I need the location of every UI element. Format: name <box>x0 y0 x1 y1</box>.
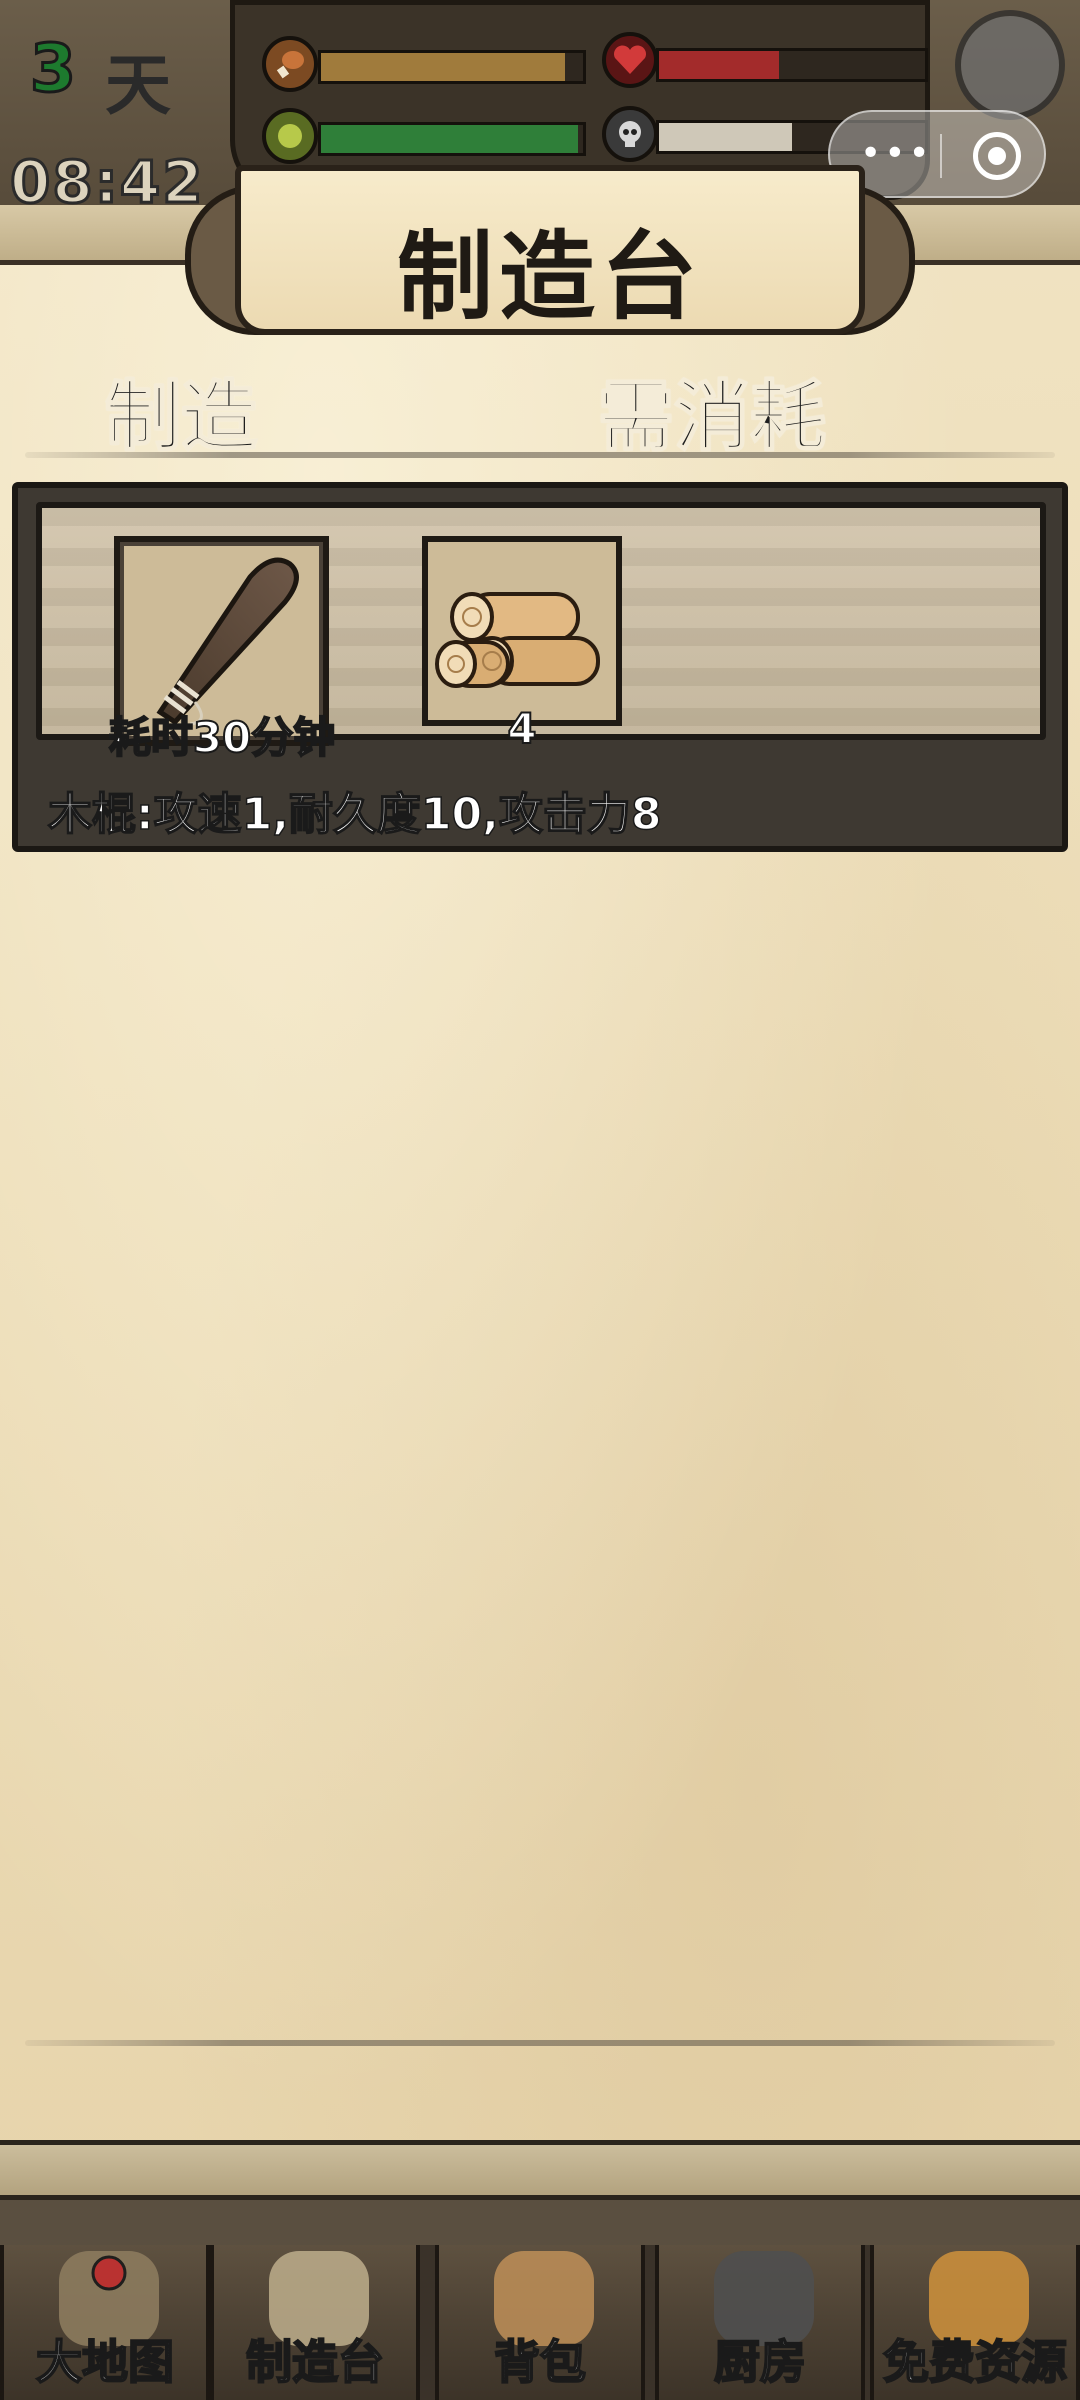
nav-item-workbench[interactable]: 制造台 <box>210 2245 420 2400</box>
craft-time-label: 耗时30分钟 <box>108 712 336 763</box>
drumstick-icon <box>262 36 318 92</box>
skull-icon <box>602 106 658 162</box>
recipe-row[interactable]: 耗时30分钟 4 木棍:攻速1,耐久度10,攻击力8 <box>12 482 1068 852</box>
nav-label-kitchen: 厨房 <box>713 2334 807 2390</box>
nav-item-free-resources[interactable]: 免费资源 <box>870 2245 1080 2400</box>
bottom-navigation: 大地图 制造台 背包 厨房 免费资源 <box>0 2245 1080 2400</box>
close-mini-program-icon[interactable] <box>973 132 1021 180</box>
settings-gear-icon[interactable] <box>955 10 1065 120</box>
page-title: 制造台 <box>397 221 703 333</box>
wood-logs-icon <box>435 592 600 688</box>
nav-label-backpack: 背包 <box>493 2334 587 2390</box>
day-number: 3 <box>29 29 78 109</box>
bottom-wood-dark <box>0 2200 1080 2250</box>
column-header-consume: 需消耗 <box>597 371 827 462</box>
bottom-wood-plank <box>0 2140 1080 2200</box>
title-banner: 制造台 <box>185 165 915 355</box>
day-label: 天 <box>105 47 171 124</box>
energy-icon <box>262 108 318 164</box>
game-clock: 08:42 <box>9 147 205 218</box>
column-header-craft: 制造 <box>104 371 258 462</box>
nav-item-kitchen[interactable]: 厨房 <box>655 2245 865 2400</box>
energy-bar <box>318 122 586 156</box>
nav-label-map: 大地图 <box>35 2334 175 2390</box>
nav-item-map[interactable]: 大地图 <box>0 2245 210 2400</box>
ingredient-count: 4 <box>506 703 537 754</box>
recipe-board: 耗时30分钟 4 <box>36 502 1046 763</box>
item-description: 木棍:攻速1,耐久度10,攻击力8 <box>47 788 662 841</box>
capsule-divider <box>940 134 942 178</box>
heart-icon <box>602 32 658 88</box>
nav-item-backpack[interactable]: 背包 <box>435 2245 645 2400</box>
header-divider <box>25 452 1055 458</box>
banner-paper: 制造台 <box>235 165 865 335</box>
health-bar <box>656 48 928 82</box>
footer-divider <box>25 2040 1055 2046</box>
nav-label-workbench: 制造台 <box>245 2334 385 2390</box>
hunger-bar <box>318 50 586 84</box>
nav-label-free-resources: 免费资源 <box>882 2334 1068 2390</box>
ingredient-slot[interactable] <box>422 536 622 726</box>
